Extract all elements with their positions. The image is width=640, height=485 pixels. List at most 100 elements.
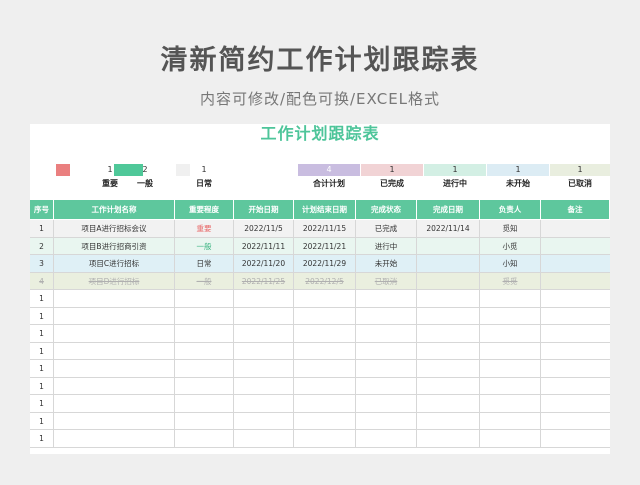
column-header[interactable]: 重要程度: [175, 200, 234, 219]
column-header[interactable]: 负责人: [480, 200, 541, 219]
cell-status[interactable]: 进行中: [356, 237, 417, 254]
cell-empty[interactable]: [541, 290, 610, 307]
cell-empty[interactable]: [417, 307, 480, 324]
cell-empty[interactable]: [54, 325, 175, 342]
cell-empty[interactable]: [417, 395, 480, 412]
cell-empty[interactable]: [356, 307, 417, 324]
cell-empty[interactable]: [294, 307, 356, 324]
cell-empty[interactable]: [417, 412, 480, 429]
cell-owner[interactable]: 觅知: [480, 220, 541, 237]
cell-empty[interactable]: [175, 290, 234, 307]
cell-note[interactable]: [541, 238, 610, 255]
cell-empty[interactable]: [417, 430, 480, 447]
cell-empty[interactable]: [417, 290, 480, 307]
cell-done-date[interactable]: 2022/11/14: [417, 220, 480, 237]
cell-empty[interactable]: [175, 395, 234, 412]
cell-empty[interactable]: [356, 325, 417, 342]
cell-no[interactable]: 1: [30, 360, 54, 377]
cell-empty[interactable]: [541, 378, 610, 395]
cell-priority[interactable]: 一般: [175, 272, 234, 289]
cell-note[interactable]: [541, 255, 610, 272]
cell-no[interactable]: 3: [30, 255, 54, 272]
cell-start[interactable]: 2022/11/5: [234, 220, 294, 237]
cell-priority[interactable]: 一般: [175, 237, 234, 254]
cell-empty[interactable]: [480, 290, 541, 307]
cell-no[interactable]: 1: [30, 325, 54, 342]
cell-empty[interactable]: [294, 360, 356, 377]
cell-no[interactable]: 1: [30, 290, 54, 307]
cell-empty[interactable]: [356, 412, 417, 429]
cell-empty[interactable]: [417, 342, 480, 359]
cell-empty[interactable]: [294, 430, 356, 447]
column-header[interactable]: 完成状态: [356, 200, 417, 219]
cell-empty[interactable]: [480, 307, 541, 324]
cell-empty[interactable]: [541, 413, 610, 430]
cell-empty[interactable]: [234, 325, 294, 342]
cell-empty[interactable]: [234, 290, 294, 307]
cell-empty[interactable]: [417, 325, 480, 342]
cell-no[interactable]: 1: [30, 342, 54, 359]
cell-empty[interactable]: [175, 412, 234, 429]
cell-status[interactable]: 已取消: [356, 272, 417, 289]
cell-no[interactable]: 2: [30, 237, 54, 254]
cell-done-date[interactable]: [417, 237, 480, 254]
cell-empty[interactable]: [234, 412, 294, 429]
cell-empty[interactable]: [54, 342, 175, 359]
cell-empty[interactable]: [54, 307, 175, 324]
cell-empty[interactable]: [294, 325, 356, 342]
cell-no[interactable]: 1: [30, 307, 54, 324]
cell-end[interactable]: 2022/11/29: [294, 255, 356, 272]
cell-empty[interactable]: [234, 360, 294, 377]
cell-end[interactable]: 2022/11/21: [294, 237, 356, 254]
cell-empty[interactable]: [541, 360, 610, 377]
cell-no[interactable]: 1: [30, 395, 54, 412]
column-header[interactable]: 备注: [541, 200, 610, 219]
cell-no[interactable]: 1: [30, 430, 54, 447]
cell-no[interactable]: 1: [30, 220, 54, 237]
cell-empty[interactable]: [175, 377, 234, 394]
cell-empty[interactable]: [294, 290, 356, 307]
cell-status[interactable]: 已完成: [356, 220, 417, 237]
cell-name[interactable]: 项目C进行招标: [54, 255, 175, 272]
cell-empty[interactable]: [234, 307, 294, 324]
cell-empty[interactable]: [480, 342, 541, 359]
column-header[interactable]: 工作计划名称: [54, 200, 175, 219]
cell-empty[interactable]: [480, 325, 541, 342]
cell-start[interactable]: 2022/11/25: [234, 272, 294, 289]
column-header[interactable]: 序号: [30, 200, 54, 219]
column-header[interactable]: 完成日期: [417, 200, 480, 219]
cell-empty[interactable]: [54, 412, 175, 429]
cell-empty[interactable]: [541, 308, 610, 325]
cell-done-date[interactable]: [417, 255, 480, 272]
cell-empty[interactable]: [541, 343, 610, 360]
cell-empty[interactable]: [294, 342, 356, 359]
cell-end[interactable]: 2022/11/15: [294, 220, 356, 237]
cell-status[interactable]: 未开始: [356, 255, 417, 272]
cell-empty[interactable]: [54, 395, 175, 412]
cell-empty[interactable]: [480, 430, 541, 447]
cell-empty[interactable]: [294, 412, 356, 429]
cell-no[interactable]: 1: [30, 412, 54, 429]
cell-empty[interactable]: [234, 377, 294, 394]
cell-empty[interactable]: [294, 395, 356, 412]
column-header[interactable]: 开始日期: [234, 200, 294, 219]
cell-priority[interactable]: 日常: [175, 255, 234, 272]
cell-priority[interactable]: 重要: [175, 220, 234, 237]
cell-empty[interactable]: [234, 342, 294, 359]
cell-empty[interactable]: [480, 377, 541, 394]
cell-empty[interactable]: [356, 360, 417, 377]
cell-empty[interactable]: [175, 360, 234, 377]
cell-empty[interactable]: [356, 290, 417, 307]
cell-empty[interactable]: [175, 342, 234, 359]
cell-empty[interactable]: [175, 325, 234, 342]
cell-empty[interactable]: [417, 377, 480, 394]
cell-empty[interactable]: [480, 360, 541, 377]
cell-name[interactable]: 项目D进行招标: [54, 272, 175, 289]
cell-empty[interactable]: [54, 430, 175, 447]
cell-empty[interactable]: [417, 360, 480, 377]
cell-empty[interactable]: [541, 430, 610, 447]
cell-empty[interactable]: [234, 395, 294, 412]
cell-note[interactable]: [541, 273, 610, 290]
cell-empty[interactable]: [175, 430, 234, 447]
cell-no[interactable]: 1: [30, 377, 54, 394]
